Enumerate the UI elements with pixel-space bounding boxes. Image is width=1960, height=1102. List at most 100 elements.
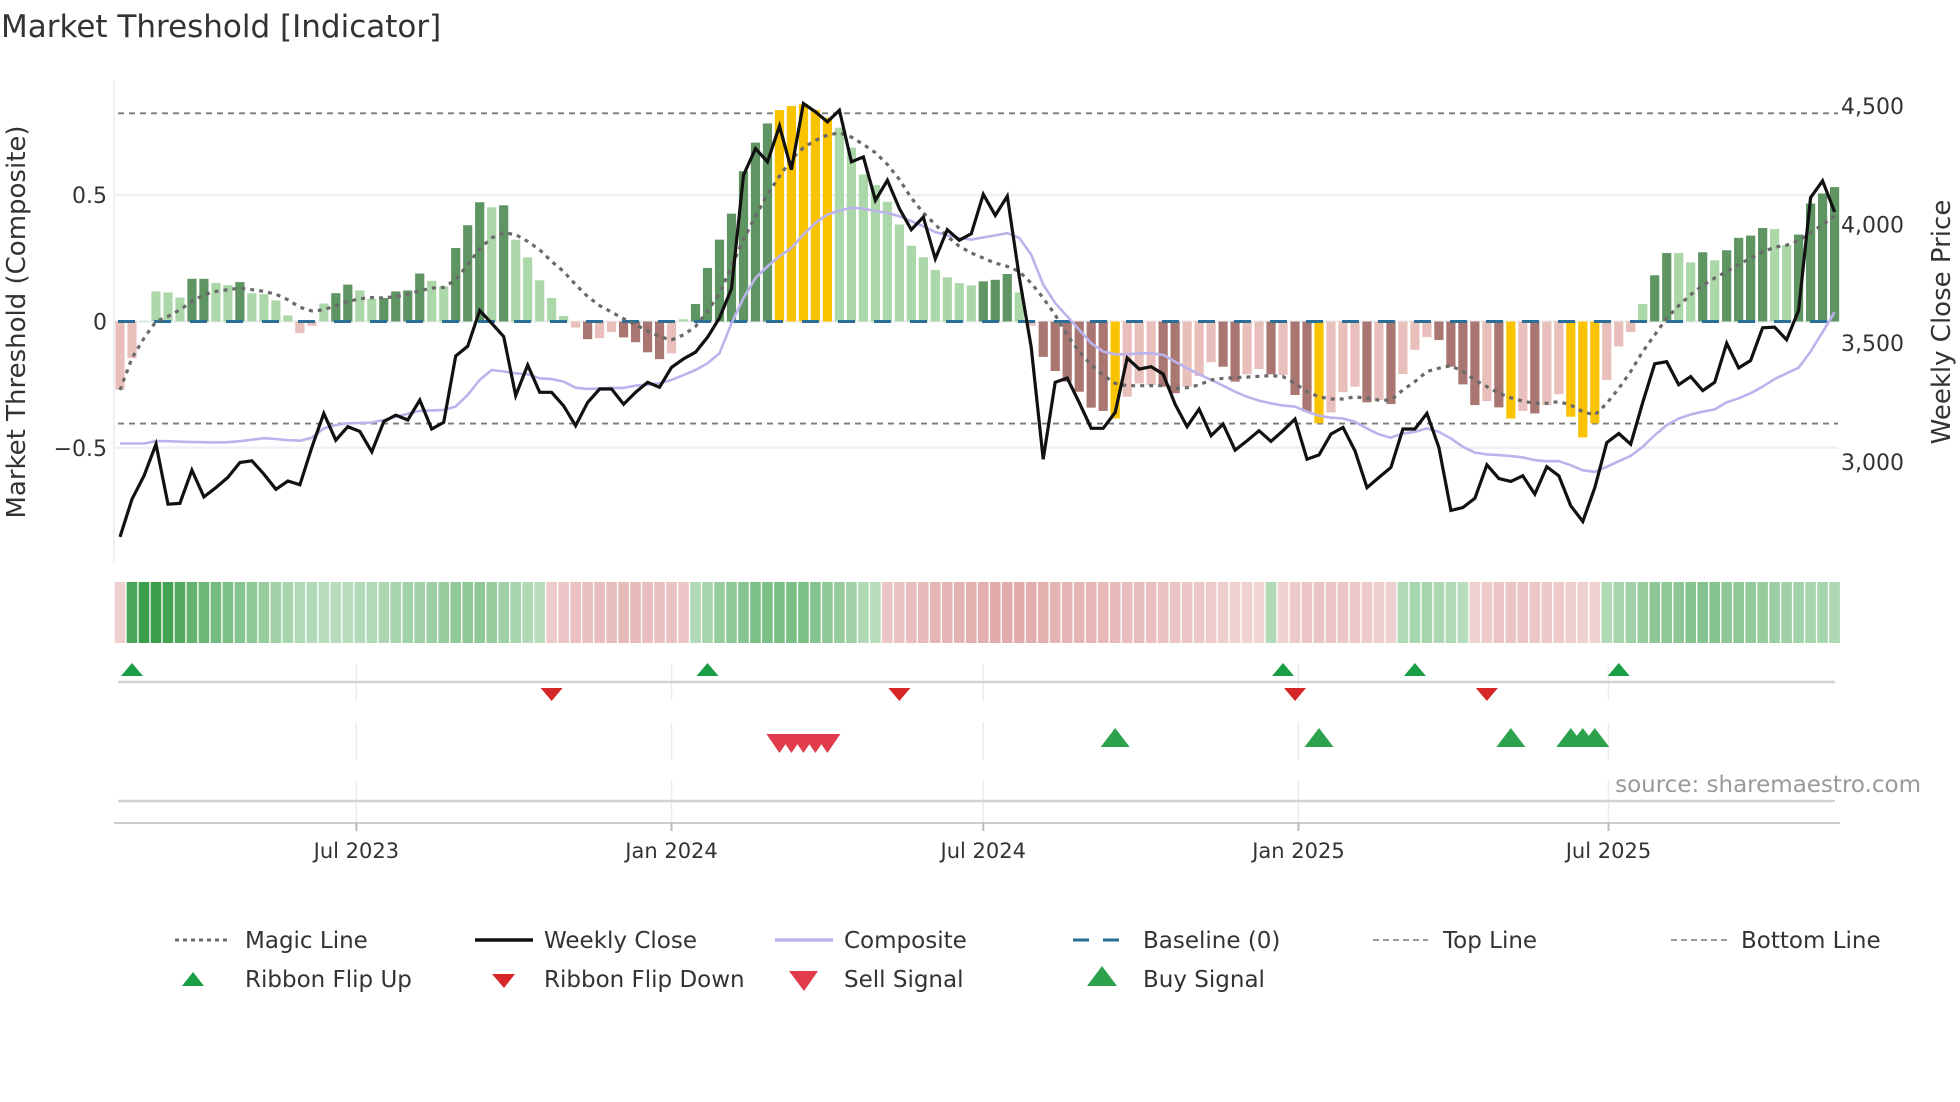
y-axis-label: Market Threshold (Composite) <box>2 125 32 518</box>
ribbon-cell <box>1325 582 1337 643</box>
ribbon-cell <box>1685 582 1696 643</box>
histogram-bar <box>1086 321 1096 408</box>
ribbon-cell <box>498 582 509 643</box>
ribbon-flip-down-marker <box>888 688 911 701</box>
histogram-bar <box>1194 321 1204 377</box>
ribbon-cell <box>210 582 222 643</box>
ribbon-cell <box>1301 582 1313 643</box>
ribbon-cell <box>1673 582 1684 643</box>
ribbon-cell <box>1469 582 1481 643</box>
histogram-bar <box>283 315 293 322</box>
histogram-bar <box>786 106 797 322</box>
ribbon-cell <box>174 582 186 643</box>
ribbon-cell <box>642 582 653 643</box>
histogram-bar <box>1542 321 1552 406</box>
ribbon-cell <box>1385 582 1397 643</box>
histogram-bar <box>571 321 581 328</box>
y2-tick-label: 4,000 <box>1841 214 1904 239</box>
ribbon-cell <box>1037 582 1049 643</box>
histogram-bar <box>1410 321 1420 350</box>
ribbon-cell <box>162 582 174 643</box>
histogram-bar <box>1638 304 1648 322</box>
ribbon-cell <box>1133 582 1145 643</box>
ribbon-cell <box>426 582 438 643</box>
histogram-bar <box>523 257 533 322</box>
ribbon-cell <box>798 582 809 643</box>
x-tick-label: Jan 2025 <box>1250 839 1345 863</box>
ribbon-cell <box>402 582 414 643</box>
ribbon-cell <box>965 582 977 643</box>
ribbon-cell <box>510 582 521 643</box>
histogram-bar <box>1734 237 1744 322</box>
legend-item-magic-line: Magic Line <box>175 928 368 954</box>
ribbon-cell <box>1709 582 1720 643</box>
ribbon-cell <box>1637 582 1649 643</box>
histogram-bar <box>319 303 329 322</box>
ribbon-cell <box>1073 582 1085 643</box>
x-tick-label: Jul 2024 <box>939 839 1026 863</box>
ribbon-cell <box>1505 582 1517 643</box>
histogram-bar <box>1530 321 1540 414</box>
histogram-bar <box>595 321 605 339</box>
ribbon-cell <box>1421 582 1433 643</box>
ribbon-cell <box>546 582 557 643</box>
ribbon-cell <box>786 582 797 643</box>
triangle-up-icon <box>182 972 204 986</box>
y2-axis-ticks: 4,500 4,000 3,500 3,000 <box>1841 95 1904 476</box>
histogram-bar <box>1422 321 1432 338</box>
histogram-bar <box>834 127 844 322</box>
lower-panel-grid <box>355 664 1610 823</box>
ribbon-flip-down-marker <box>1284 688 1307 701</box>
ribbon-cell <box>1445 582 1457 643</box>
x-tick-label: Jan 2024 <box>623 839 718 863</box>
histogram-bar <box>127 321 137 359</box>
ribbon-cell <box>1625 582 1637 643</box>
ribbon-cell <box>738 582 749 643</box>
ribbon-cell <box>1169 582 1181 643</box>
histogram-bar <box>846 147 856 322</box>
histogram-bar <box>750 142 761 322</box>
ribbon-cell <box>186 582 198 643</box>
histogram-bar <box>678 319 689 322</box>
ribbon-cell <box>1553 582 1565 643</box>
ribbon-cell <box>1061 582 1073 643</box>
ribbon-cell <box>714 582 725 643</box>
ribbon-cell <box>858 582 869 643</box>
buy-signal-marker <box>1100 728 1130 747</box>
histogram-bar <box>1386 321 1396 405</box>
histogram-bar <box>367 298 377 322</box>
histogram-bar <box>1206 321 1216 363</box>
ribbon-cell <box>258 582 270 643</box>
ribbon-cell <box>1697 582 1708 643</box>
ribbon-cell <box>1565 582 1577 643</box>
ribbon-cell <box>1145 582 1157 643</box>
ribbon-cell <box>894 582 905 643</box>
ribbon-cell <box>1805 582 1816 643</box>
x-axis-ticks: Jul 2023 Jan 2024 Jul 2024 Jan 2025 Jul 2025 <box>312 823 1651 863</box>
ribbon-cell <box>1649 582 1661 643</box>
triangle-down-icon <box>492 974 515 988</box>
histogram-bar <box>1290 321 1300 396</box>
legend-label: Sell Signal <box>844 967 964 993</box>
histogram-bar <box>379 298 389 322</box>
y-tick-label: 0 <box>93 310 107 335</box>
histogram-bar <box>1302 321 1312 412</box>
histogram-bar <box>882 201 892 322</box>
ribbon-cell <box>558 582 569 643</box>
ribbon-cell <box>1049 582 1061 643</box>
ribbon-cell <box>702 582 713 643</box>
histogram-bar <box>151 291 161 322</box>
ribbon-flip-up-marker <box>696 663 719 676</box>
ribbon-cell <box>977 582 989 643</box>
histogram-bar <box>654 321 665 360</box>
histogram-bar <box>642 321 653 353</box>
series-lines <box>118 100 1838 538</box>
histogram-bar <box>463 225 473 322</box>
ribbon-cell <box>1829 582 1840 643</box>
ribbon-cell <box>1217 582 1229 643</box>
y2-axis-label: Weekly Close Price <box>1927 200 1957 445</box>
ribbon-cell <box>246 582 258 643</box>
histogram-bar <box>259 294 269 322</box>
histogram-bar <box>1350 321 1360 387</box>
ribbon-cell <box>1229 582 1241 643</box>
